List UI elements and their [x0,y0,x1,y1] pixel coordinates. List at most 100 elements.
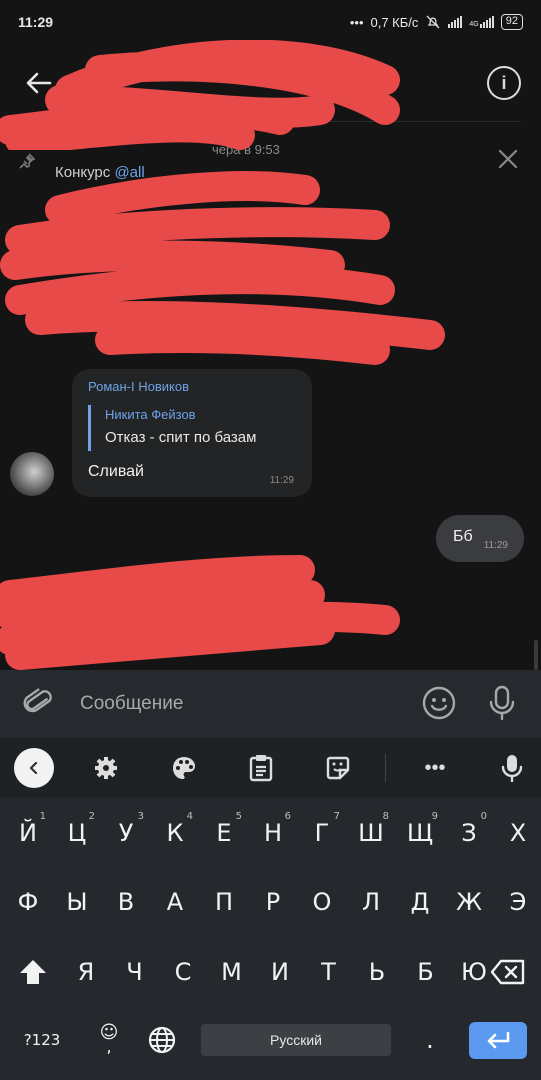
more-options-icon[interactable]: ••• [419,752,451,784]
composer-bar [0,670,541,738]
message-text: Бб [453,528,473,545]
space-key[interactable]: Русский [201,1024,391,1056]
key[interactable]: Д [395,870,445,934]
network-type: 4G [469,21,479,28]
shift-key[interactable] [8,940,58,1004]
key[interactable]: В [101,870,151,934]
emoji-icon[interactable] [421,685,457,721]
status-dots: ••• [349,14,364,30]
key-hint: 9 [431,811,438,822]
info-icon[interactable]: i [487,66,521,100]
key-hint: 3 [137,811,144,822]
emoji-key[interactable]: ☺, [84,1008,134,1072]
key[interactable]: О [297,870,347,934]
key[interactable]: Щ9 [395,801,445,865]
key[interactable]: П [199,870,249,934]
emoji-comma-icon: ☺, [99,1022,119,1056]
network-speed: 0,7 КБ/с [370,14,419,30]
voice-input-icon[interactable] [496,752,528,784]
pinned-message[interactable]: чера в 9:53 Конкурс @all [0,130,541,190]
key-hint: 8 [382,811,389,822]
chat-header: i [0,44,541,124]
key[interactable]: А [150,870,200,934]
period-key[interactable]: . [405,1008,455,1072]
key[interactable]: Ц2 [52,801,102,865]
key[interactable]: Л [346,870,396,934]
key-hint: 5 [235,811,242,822]
key[interactable]: К4 [150,801,200,865]
key[interactable]: Б [401,940,451,1004]
key[interactable]: У3 [101,801,151,865]
key[interactable]: Э [493,870,541,934]
signal-icon-2 [479,16,494,28]
redaction-bottom [0,555,400,670]
microphone-icon[interactable] [486,684,518,722]
key[interactable]: З0 [444,801,494,865]
incoming-message[interactable]: Роман-I Новиков Никита Фейзов Отказ - сп… [72,369,312,497]
message-time: 11:29 [483,540,508,551]
status-bar: 11:29 ••• 0,7 КБ/с 4G 92 [0,0,541,44]
redaction-pinned-body [0,171,445,365]
language-key[interactable] [137,1008,187,1072]
key-hint: 2 [88,811,95,822]
status-time: 11:29 [18,14,54,30]
key[interactable]: Р [248,870,298,934]
key[interactable]: Ч [110,940,160,1004]
clipboard-icon[interactable] [245,752,277,784]
message-time: 11:29 [269,475,294,486]
close-icon[interactable] [497,148,519,170]
back-arrow-icon[interactable] [22,66,56,100]
shift-icon [20,960,46,984]
reply-text: Отказ - спит по базам [105,429,257,446]
keyboard-collapse-button[interactable] [14,748,54,788]
signal-icon [448,16,463,28]
globe-icon [148,1026,176,1054]
pinned-date: чера в 9:53 [212,142,280,157]
key[interactable]: М [207,940,257,1004]
reply-quote[interactable]: Никита Фейзов Отказ - спит по базам [88,405,256,451]
mute-icon [426,15,440,29]
key[interactable]: Ы [52,870,102,934]
pin-icon [19,153,36,169]
key[interactable]: Ж [444,870,494,934]
key[interactable]: Я [61,940,111,1004]
key[interactable]: Х [493,801,541,865]
key[interactable]: С [158,940,208,1004]
chevron-left-icon [29,761,38,775]
key-hint: 6 [284,811,291,822]
key[interactable]: Г7 [297,801,347,865]
keyboard-toolbar: ••• [0,738,541,798]
scrollbar[interactable] [534,640,538,670]
key[interactable]: Й1 [3,801,53,865]
message-input[interactable] [68,684,398,724]
header-divider [150,121,521,122]
backspace-icon [490,959,525,985]
key[interactable]: Ш8 [346,801,396,865]
pinned-title: Конкурс @all [55,164,145,181]
avatar[interactable] [10,452,54,496]
message-author[interactable]: Роман-I Новиков [88,379,189,394]
key[interactable]: Н6 [248,801,298,865]
key[interactable]: И [255,940,305,1004]
key-hint: 1 [39,811,46,822]
attach-icon[interactable] [22,686,56,720]
enter-icon [487,1031,510,1048]
outgoing-message[interactable]: Бб 11:29 [436,515,524,562]
chat-screen: 11:29 ••• 0,7 КБ/с 4G 92 i чера в 9:53 К… [0,0,541,1080]
sticker-icon[interactable] [322,752,354,784]
key[interactable]: Е5 [199,801,249,865]
mention-all[interactable]: @all [114,164,144,181]
symbols-key[interactable]: ?123 [17,1008,67,1072]
enter-key[interactable] [469,1022,527,1059]
keyboard: Й1Ц2У3К4Е5Н6Г7Ш8Щ9З0Х ФЫВАПРОЛДЖЭ ЯЧСМИТ… [0,798,541,1080]
key-hint: 4 [186,811,193,822]
key-hint: 0 [480,811,487,822]
backspace-key[interactable] [483,940,533,1004]
key-hint: 7 [333,811,340,822]
key[interactable]: Ь [352,940,402,1004]
key[interactable]: Ф [3,870,53,934]
settings-gear-icon[interactable] [90,752,122,784]
message-text: Сливай [88,463,144,480]
palette-icon[interactable] [168,752,200,784]
key[interactable]: Т [304,940,354,1004]
